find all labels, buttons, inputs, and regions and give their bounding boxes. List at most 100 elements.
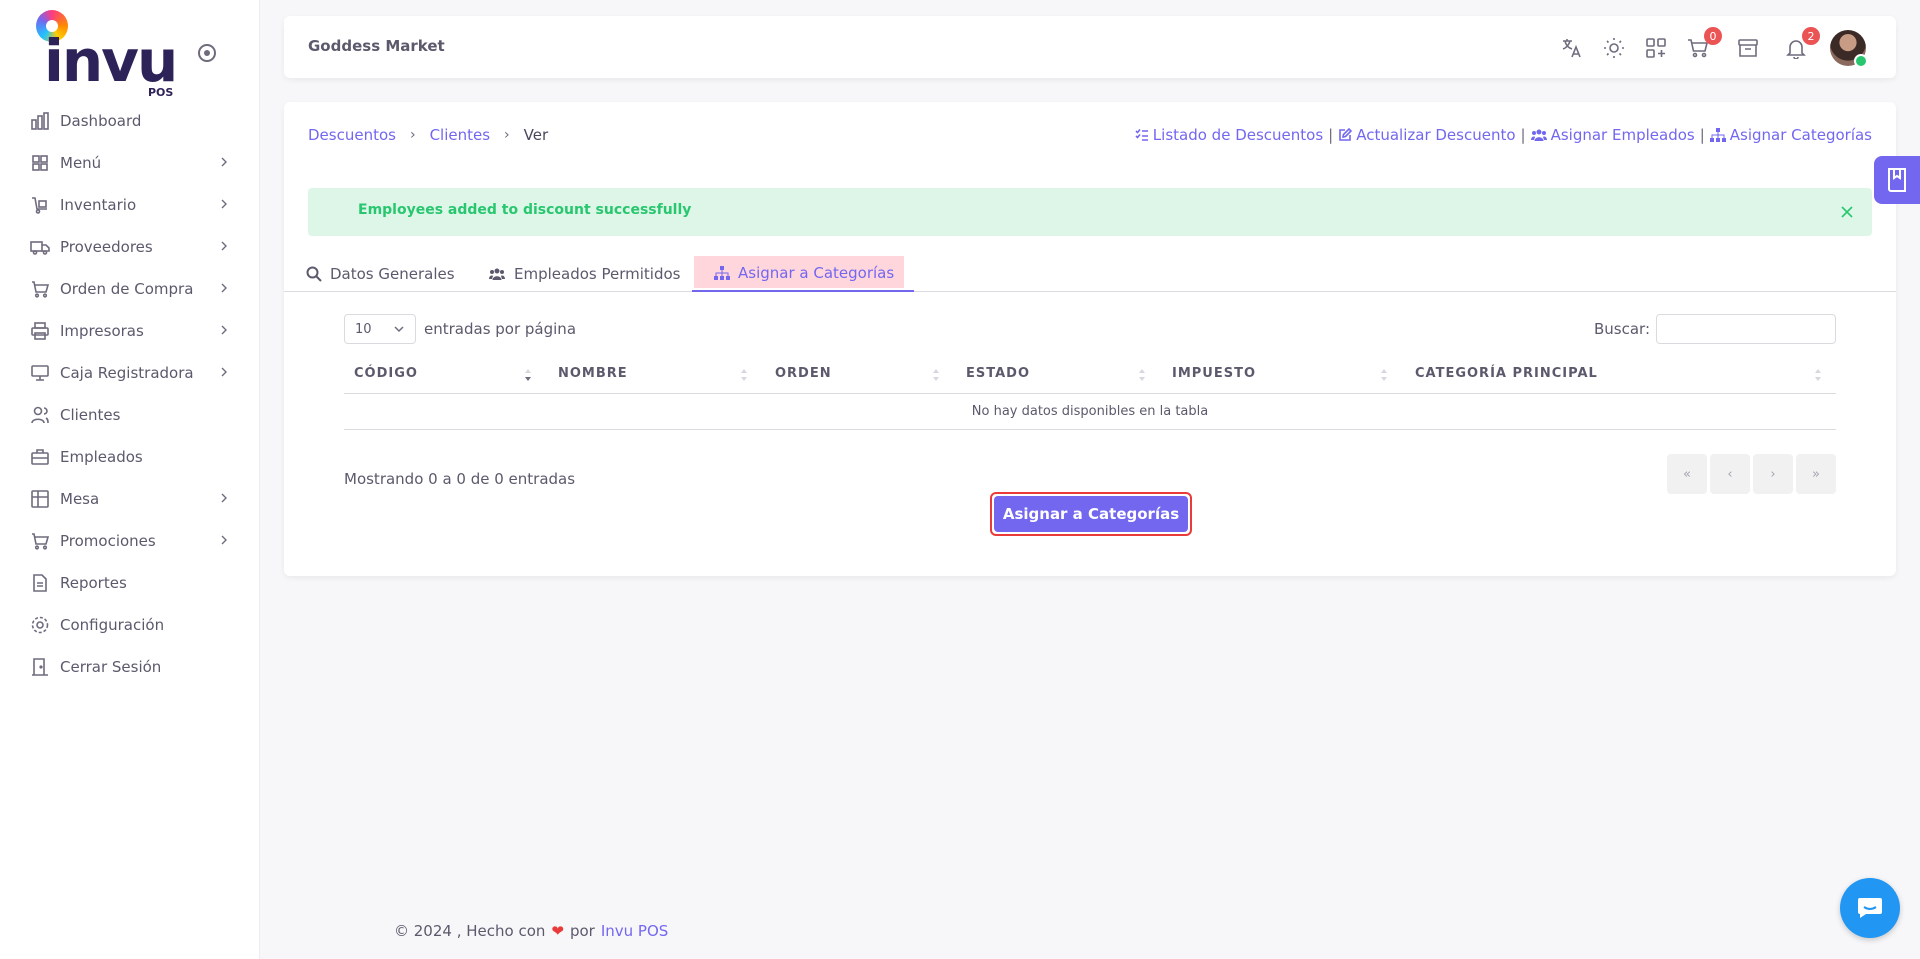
- sidebar-item-cerrar-sesion[interactable]: Cerrar Sesión: [0, 646, 260, 688]
- footer: © 2024 , Hecho con ❤ por Invu POS: [394, 922, 668, 940]
- assign-categories-link[interactable]: Asignar Categorías: [1709, 126, 1872, 144]
- close-icon[interactable]: [1838, 203, 1856, 221]
- sitemap-icon: [1709, 128, 1726, 142]
- bookmark-side-tab[interactable]: [1874, 156, 1920, 204]
- sort-icon[interactable]: [932, 368, 940, 382]
- column-header-codigo[interactable]: CÓDIGO: [354, 366, 418, 381]
- pagination-first-button[interactable]: «: [1667, 454, 1707, 494]
- sidebar-item-dashboard[interactable]: Dashboard: [0, 100, 260, 142]
- sidebar: invu POS Dashboard Menú Inventario Prove…: [0, 0, 260, 959]
- sidebar-item-label: Dashboard: [60, 112, 142, 130]
- assign-employees-label: Asignar Empleados: [1550, 126, 1695, 144]
- sidebar-item-menu[interactable]: Menú: [0, 142, 260, 184]
- checklist-icon: [1135, 128, 1149, 142]
- breadcrumb: Descuentos › Clientes › Ver: [308, 126, 548, 144]
- chevron-right-icon: [216, 238, 232, 254]
- column-header-orden[interactable]: ORDEN: [775, 366, 832, 381]
- cart-icon[interactable]: 0: [1686, 27, 1722, 60]
- users-icon: [488, 267, 506, 281]
- grid-icon: [30, 153, 50, 173]
- table-header: CÓDIGO NOMBRE ORDEN ESTADO IMPUESTO CATE…: [344, 356, 1836, 394]
- breadcrumb-current: Ver: [523, 126, 549, 144]
- tab-empleados-permitidos[interactable]: Empleados Permitidos: [488, 256, 680, 292]
- search-details-icon: [306, 266, 322, 282]
- sort-icon[interactable]: [1814, 368, 1822, 382]
- sidebar-item-label: Orden de Compra: [60, 280, 194, 298]
- chevron-right-icon: [216, 532, 232, 548]
- sidebar-menu: Dashboard Menú Inventario Proveedores Or…: [0, 100, 260, 688]
- update-discount-label: Actualizar Descuento: [1356, 126, 1516, 144]
- sidebar-item-caja-registradora[interactable]: Caja Registradora: [0, 352, 260, 394]
- assign-employees-link[interactable]: Asignar Empleados: [1530, 126, 1695, 144]
- sidebar-item-empleados[interactable]: Empleados: [0, 436, 260, 478]
- pagination-next-button[interactable]: ›: [1753, 454, 1793, 494]
- archive-icon[interactable]: [1736, 36, 1760, 60]
- shortcuts-grid-icon[interactable]: [1644, 36, 1668, 60]
- footer-by: por: [569, 922, 595, 940]
- column-header-nombre[interactable]: NOMBRE: [558, 366, 628, 381]
- update-discount-link[interactable]: Actualizar Descuento: [1338, 126, 1516, 144]
- notification-bell-icon[interactable]: 2: [1784, 27, 1820, 60]
- sidebar-item-promociones[interactable]: Promociones: [0, 520, 260, 562]
- chevron-right-icon: [216, 196, 232, 212]
- table-search: Buscar:: [1594, 314, 1836, 344]
- table-empty-message: No hay datos disponibles en la tabla: [344, 394, 1836, 430]
- topbar: Goddess Market 0 2: [284, 16, 1896, 78]
- pagination-last-button[interactable]: »: [1796, 454, 1836, 494]
- topbar-icons: 0 2: [1542, 27, 1868, 68]
- printer-icon: [30, 321, 50, 341]
- sidebar-item-inventario[interactable]: Inventario: [0, 184, 260, 226]
- pagination-prev-button[interactable]: ‹: [1710, 454, 1750, 494]
- footer-link[interactable]: Invu POS: [601, 922, 668, 940]
- breadcrumb-link-descuentos[interactable]: Descuentos: [308, 126, 396, 144]
- user-avatar[interactable]: [1830, 30, 1868, 68]
- sidebar-item-proveedores[interactable]: Proveedores: [0, 226, 260, 268]
- page-length-select[interactable]: 10: [344, 314, 416, 344]
- breadcrumb-link-clientes[interactable]: Clientes: [430, 126, 490, 144]
- column-header-categoria-principal[interactable]: CATEGORÍA PRINCIPAL: [1415, 366, 1598, 381]
- sidebar-item-impresoras[interactable]: Impresoras: [0, 310, 260, 352]
- notification-count-badge: 2: [1802, 27, 1820, 45]
- list-discounts-link[interactable]: Listado de Descuentos: [1135, 126, 1323, 144]
- sort-icon[interactable]: [1380, 368, 1388, 382]
- sitemap-icon: [714, 266, 730, 280]
- sidebar-item-label: Mesa: [60, 490, 100, 508]
- search-input[interactable]: [1656, 314, 1836, 344]
- users-icon: [30, 405, 50, 425]
- sort-desc-icon[interactable]: [524, 368, 532, 382]
- sidebar-item-configuracion[interactable]: Configuración: [0, 604, 260, 646]
- translate-icon[interactable]: [1560, 36, 1584, 60]
- cart-icon: [30, 279, 50, 299]
- sidebar-item-clientes[interactable]: Clientes: [0, 394, 260, 436]
- store-name: Goddess Market: [308, 37, 445, 55]
- tab-label: Datos Generales: [330, 265, 455, 283]
- theme-sun-icon[interactable]: [1602, 36, 1626, 60]
- heart-icon: ❤: [551, 922, 564, 940]
- sidebar-item-orden-compra[interactable]: Orden de Compra: [0, 268, 260, 310]
- invu-pos-logo[interactable]: invu POS: [34, 10, 184, 100]
- header-actions: Listado de Descuentos | Actualizar Descu…: [1135, 126, 1872, 144]
- sidebar-item-label: Caja Registradora: [60, 364, 194, 382]
- sidebar-toggle-icon[interactable]: [198, 44, 216, 62]
- tab-asignar-categorias[interactable]: Asignar a Categorías: [692, 256, 914, 292]
- assign-categories-button[interactable]: Asignar a Categorías: [994, 496, 1188, 532]
- chevron-right-icon: [216, 154, 232, 170]
- table-icon: [30, 489, 50, 509]
- footer-text: © 2024 , Hecho con: [394, 922, 546, 940]
- chat-widget-button[interactable]: [1840, 878, 1900, 938]
- sort-icon[interactable]: [740, 368, 748, 382]
- column-header-estado[interactable]: ESTADO: [966, 366, 1030, 381]
- logo-subtext: POS: [148, 86, 174, 99]
- discount-view-card: Descuentos › Clientes › Ver Listado de D…: [284, 102, 1896, 576]
- sidebar-item-reportes[interactable]: Reportes: [0, 562, 260, 604]
- tab-datos-generales[interactable]: Datos Generales: [306, 256, 455, 292]
- sidebar-item-label: Proveedores: [60, 238, 153, 256]
- sort-icon[interactable]: [1138, 368, 1146, 382]
- sidebar-item-label: Impresoras: [60, 322, 144, 340]
- assign-categories-button-wrapper: Asignar a Categorías: [990, 492, 1192, 536]
- sidebar-item-mesa[interactable]: Mesa: [0, 478, 260, 520]
- page-length-control: 10 entradas por página: [344, 314, 576, 344]
- sidebar-item-label: Inventario: [60, 196, 137, 214]
- cart-promo-icon: [30, 531, 50, 551]
- column-header-impuesto[interactable]: IMPUESTO: [1172, 366, 1256, 381]
